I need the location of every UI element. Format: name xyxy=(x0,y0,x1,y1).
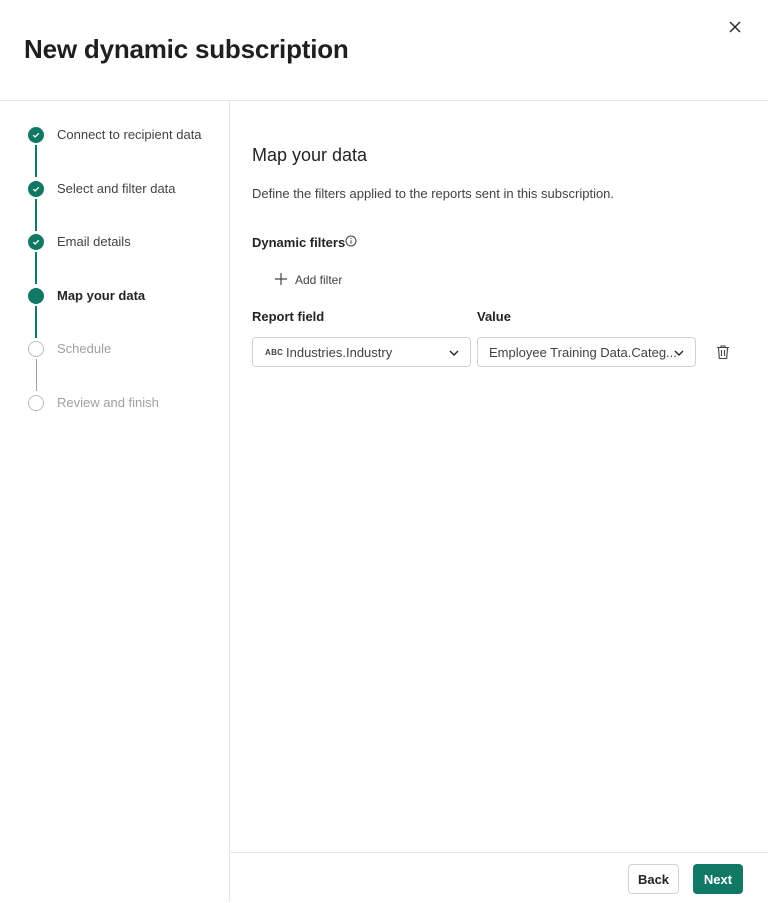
step-label: Email details xyxy=(57,234,131,249)
step-connector xyxy=(35,306,37,338)
step-label: Map your data xyxy=(57,288,146,303)
step-pending-icon xyxy=(28,341,44,357)
chevron-down-icon xyxy=(674,350,684,356)
dialog-title: New dynamic subscription xyxy=(24,34,349,64)
value-dropdown-value: Employee Training Data.Categ... xyxy=(489,345,677,360)
step-label: Review and finish xyxy=(57,395,159,410)
step-email-details[interactable]: Email details xyxy=(28,234,228,254)
text-type-icon: ABC xyxy=(265,348,284,357)
delete-filter-icon[interactable] xyxy=(714,343,732,361)
step-connector xyxy=(35,145,37,177)
chevron-down-icon xyxy=(449,350,459,356)
step-map-your-data[interactable]: Map your data xyxy=(28,288,228,308)
value-dropdown[interactable]: Employee Training Data.Categ... xyxy=(477,337,696,367)
next-button[interactable]: Next xyxy=(693,864,743,894)
close-button[interactable] xyxy=(724,16,746,38)
step-connector xyxy=(35,252,37,284)
step-complete-icon xyxy=(28,181,44,197)
step-select-and-filter-data[interactable]: Select and filter data xyxy=(28,181,228,201)
info-icon[interactable] xyxy=(345,235,357,247)
dynamic-filters-label: Dynamic filters xyxy=(252,235,346,250)
step-complete-icon xyxy=(28,234,44,250)
dialog-footer: Back Next xyxy=(230,852,768,903)
report-field-header: Report field xyxy=(252,309,325,324)
value-header: Value xyxy=(477,309,511,324)
add-filter-label: Add filter xyxy=(295,273,343,287)
section-heading: Map your data xyxy=(252,145,368,165)
step-pending-icon xyxy=(28,395,44,411)
step-connect-to-recipient-data[interactable]: Connect to recipient data xyxy=(28,127,228,147)
step-complete-icon xyxy=(28,127,44,143)
report-field-value: Industries.Industry xyxy=(286,345,393,360)
wizard-steps: Connect to recipient data Select and fil… xyxy=(0,101,230,902)
step-connector xyxy=(35,359,37,391)
step-label: Select and filter data xyxy=(57,181,176,196)
step-label: Connect to recipient data xyxy=(57,127,202,142)
step-review-and-finish: Review and finish xyxy=(28,395,228,415)
close-icon xyxy=(729,21,741,33)
step-schedule: Schedule xyxy=(28,341,228,361)
step-connector xyxy=(35,199,37,231)
step-current-icon xyxy=(28,288,44,304)
step-label: Schedule xyxy=(57,341,112,356)
dialog-header: New dynamic subscription xyxy=(0,0,768,101)
plus-icon xyxy=(275,273,287,285)
report-field-dropdown[interactable]: ABC Industries.Industry xyxy=(252,337,471,367)
main-panel: Map your data Define the filters applied… xyxy=(230,101,768,851)
section-description: Define the filters applied to the report… xyxy=(252,186,615,201)
back-button[interactable]: Back xyxy=(628,864,679,894)
